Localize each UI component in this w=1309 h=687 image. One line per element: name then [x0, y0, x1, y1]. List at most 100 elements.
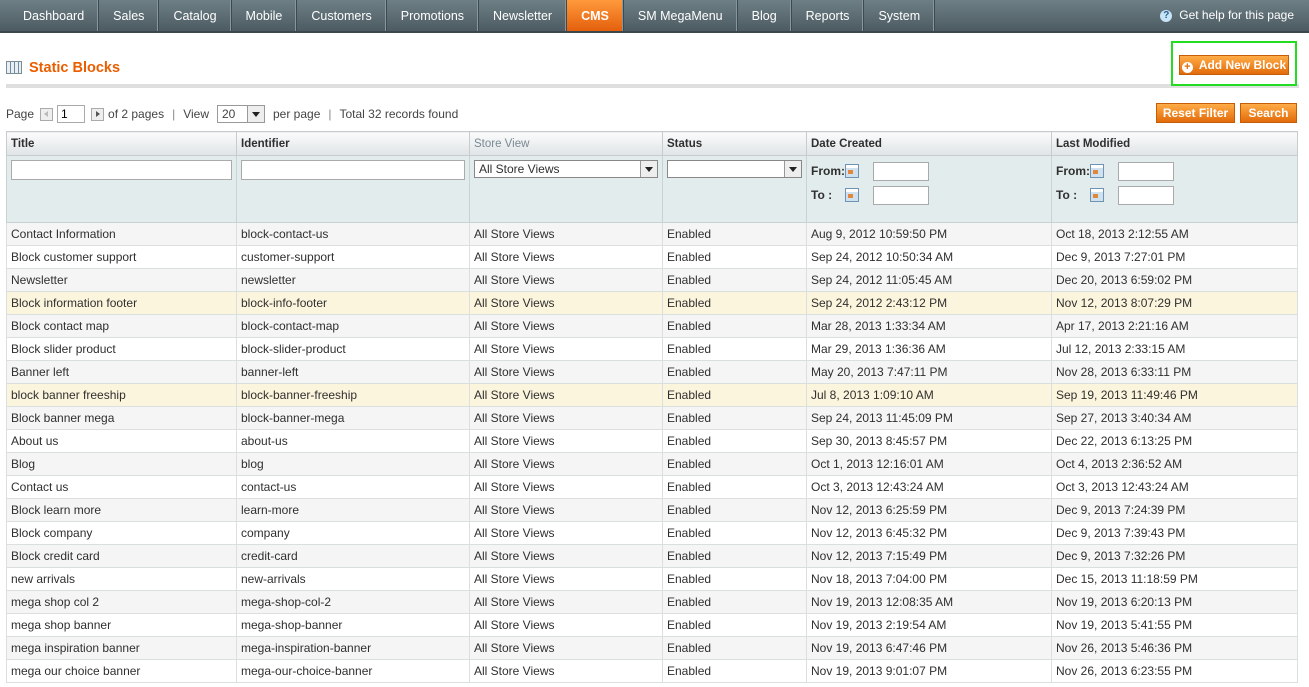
column-title[interactable]: Title — [6, 131, 237, 156]
table-row[interactable]: Contact us contact-us All Store Views Enabl… — [6, 475, 1298, 499]
per-page-select[interactable]: 20 — [217, 105, 265, 123]
table-row[interactable]: block banner freeship block-banner-freesh… — [6, 383, 1298, 407]
cell-title: Newsletter — [6, 268, 237, 292]
cell-store: All Store Views — [469, 659, 663, 683]
table-row[interactable]: Block company company All Store Views Enabl… — [6, 521, 1298, 545]
created-from-input[interactable] — [873, 161, 929, 181]
cell-status: Enabled — [662, 636, 807, 660]
modified-from-input[interactable] — [1118, 161, 1174, 181]
total-records: Total 32 records found — [339, 107, 459, 121]
table-row[interactable]: Block customer support customer-support Al… — [6, 245, 1298, 269]
calendar-icon[interactable] — [845, 164, 859, 178]
cell-store: All Store Views — [469, 314, 663, 338]
add-new-block-button[interactable]: + Add New Block — [1179, 55, 1289, 75]
cell-created: Nov 18, 2013 7:04:00 PM — [806, 567, 1052, 591]
table-row[interactable]: Banner left banner-left All Store Views Ena… — [6, 360, 1298, 384]
store-view-filter-select[interactable]: All Store Views — [474, 160, 658, 178]
table-row[interactable]: Block contact map block-contact-map All St… — [6, 314, 1298, 338]
to-label: To : — [1056, 188, 1078, 202]
column-last-modified[interactable]: Last Modified — [1051, 131, 1298, 156]
cell-title: Blog — [6, 452, 237, 476]
table-row[interactable]: mega shop col 2 mega-shop-col-2 All Store … — [6, 590, 1298, 614]
column-identifier[interactable]: Identifier — [236, 131, 470, 156]
table-row[interactable]: Newsletter newsletter All Store Views Enabl… — [6, 268, 1298, 292]
table-row[interactable]: new arrivals new-arrivals All Store Views E… — [6, 567, 1298, 591]
calendar-icon[interactable] — [1090, 188, 1104, 202]
table-row[interactable]: Block banner mega block-banner-mega All St… — [6, 406, 1298, 430]
table-row[interactable]: Block credit card credit-card All Store Vi… — [6, 544, 1298, 568]
nav-item-reports[interactable]: Reports — [792, 0, 865, 31]
reset-filter-button[interactable]: Reset Filter — [1156, 103, 1235, 123]
divider: | — [328, 107, 332, 121]
cell-modified: Dec 9, 2013 7:39:43 PM — [1051, 521, 1298, 545]
cell-modified: Nov 19, 2013 6:20:13 PM — [1051, 590, 1298, 614]
cell-title: Block customer support — [6, 245, 237, 269]
created-to-input[interactable] — [873, 185, 929, 205]
page-number-input[interactable] — [57, 105, 86, 123]
page-label: Page — [6, 107, 35, 121]
nav-item-sales[interactable]: Sales — [99, 0, 160, 31]
nav-item-cms[interactable]: CMS — [567, 0, 624, 31]
column-status[interactable]: Status — [662, 131, 807, 156]
table-row[interactable]: Block slider product block-slider-product… — [6, 337, 1298, 361]
cell-identifier: mega-inspiration-banner — [236, 636, 470, 660]
cell-modified: Dec 9, 2013 7:32:26 PM — [1051, 544, 1298, 568]
help-text: Get help for this page — [1179, 8, 1294, 22]
calendar-icon[interactable] — [1090, 164, 1104, 178]
cell-created: Jul 8, 2013 1:09:10 AM — [806, 383, 1052, 407]
cell-title: mega our choice banner — [6, 659, 237, 683]
plus-icon: + — [1181, 62, 1193, 73]
cell-identifier: new-arrivals — [236, 567, 470, 591]
nav-item-dashboard[interactable]: Dashboard — [9, 0, 100, 31]
nav-item-mobile[interactable]: Mobile — [232, 0, 298, 31]
cell-title: mega shop banner — [6, 613, 237, 637]
nav-menu: Dashboard Sales Catalog Mobile Customers Prom… — [0, 0, 1309, 31]
table-row[interactable]: Block learn more learn-more All Store View… — [6, 498, 1298, 522]
nav-item-blog[interactable]: Blog — [738, 0, 792, 31]
help-link[interactable]: ? Get help for this page — [1160, 0, 1294, 31]
created-to: To : — [811, 184, 1047, 206]
nav-item-catalog[interactable]: Catalog — [159, 0, 232, 31]
from-label: From: — [811, 164, 845, 178]
nav-item-newsletter[interactable]: Newsletter — [479, 0, 568, 31]
cell-status: Enabled — [662, 222, 807, 246]
cell-title: Block banner mega — [6, 406, 237, 430]
created-from: From: — [811, 160, 1047, 182]
chevron-down-icon — [247, 106, 264, 122]
cell-store: All Store Views — [469, 406, 663, 430]
cell-created: Mar 29, 2013 1:36:36 AM — [806, 337, 1052, 361]
status-filter-select[interactable] — [667, 160, 802, 178]
store-view-filter-value: All Store Views — [479, 162, 560, 176]
column-date-created[interactable]: Date Created — [806, 131, 1052, 156]
nav-item-promotions[interactable]: Promotions — [387, 0, 480, 31]
identifier-filter-input[interactable] — [241, 160, 465, 180]
add-new-block-label: Add New Block — [1198, 58, 1287, 72]
cell-title: Banner left — [6, 360, 237, 384]
table-row[interactable]: About us about-us All Store Views Enabled Se… — [6, 429, 1298, 453]
table-row[interactable]: Blog blog All Store Views Enabled Oct 1, 201… — [6, 452, 1298, 476]
modified-to-input[interactable] — [1118, 185, 1174, 205]
table-row[interactable]: mega inspiration banner mega-inspiration-… — [6, 636, 1298, 660]
page-header: Static Blocks — [6, 54, 1299, 88]
nav-item-system[interactable]: System — [864, 0, 936, 31]
nav-item-customers[interactable]: Customers — [297, 0, 387, 31]
calendar-icon[interactable] — [845, 188, 859, 202]
cell-created: Nov 19, 2013 12:08:35 AM — [806, 590, 1052, 614]
cell-modified: Jul 12, 2013 2:33:15 AM — [1051, 337, 1298, 361]
search-button[interactable]: Search — [1240, 103, 1297, 123]
cell-title: Block learn more — [6, 498, 237, 522]
cell-title: block banner freeship — [6, 383, 237, 407]
next-page-icon[interactable] — [91, 107, 105, 121]
cell-created: Sep 24, 2013 11:45:09 PM — [806, 406, 1052, 430]
table-row[interactable]: Block information footer block-info-foote… — [6, 291, 1298, 315]
cell-created: Nov 19, 2013 6:47:46 PM — [806, 636, 1052, 660]
table-row[interactable]: mega shop banner mega-shop-banner All Stor… — [6, 613, 1298, 637]
cell-created: Nov 19, 2013 9:01:07 PM — [806, 659, 1052, 683]
table-row[interactable]: Contact Information block-contact-us All S… — [6, 222, 1298, 246]
previous-page-icon[interactable] — [40, 107, 54, 121]
nav-item-sm-megamenu[interactable]: SM MegaMenu — [624, 0, 738, 31]
title-filter-input[interactable] — [11, 160, 232, 180]
cell-modified: Oct 3, 2013 12:43:24 AM — [1051, 475, 1298, 499]
table-row[interactable]: mega our choice banner mega-our-choice-ba… — [6, 659, 1298, 683]
cell-status: Enabled — [662, 590, 807, 614]
